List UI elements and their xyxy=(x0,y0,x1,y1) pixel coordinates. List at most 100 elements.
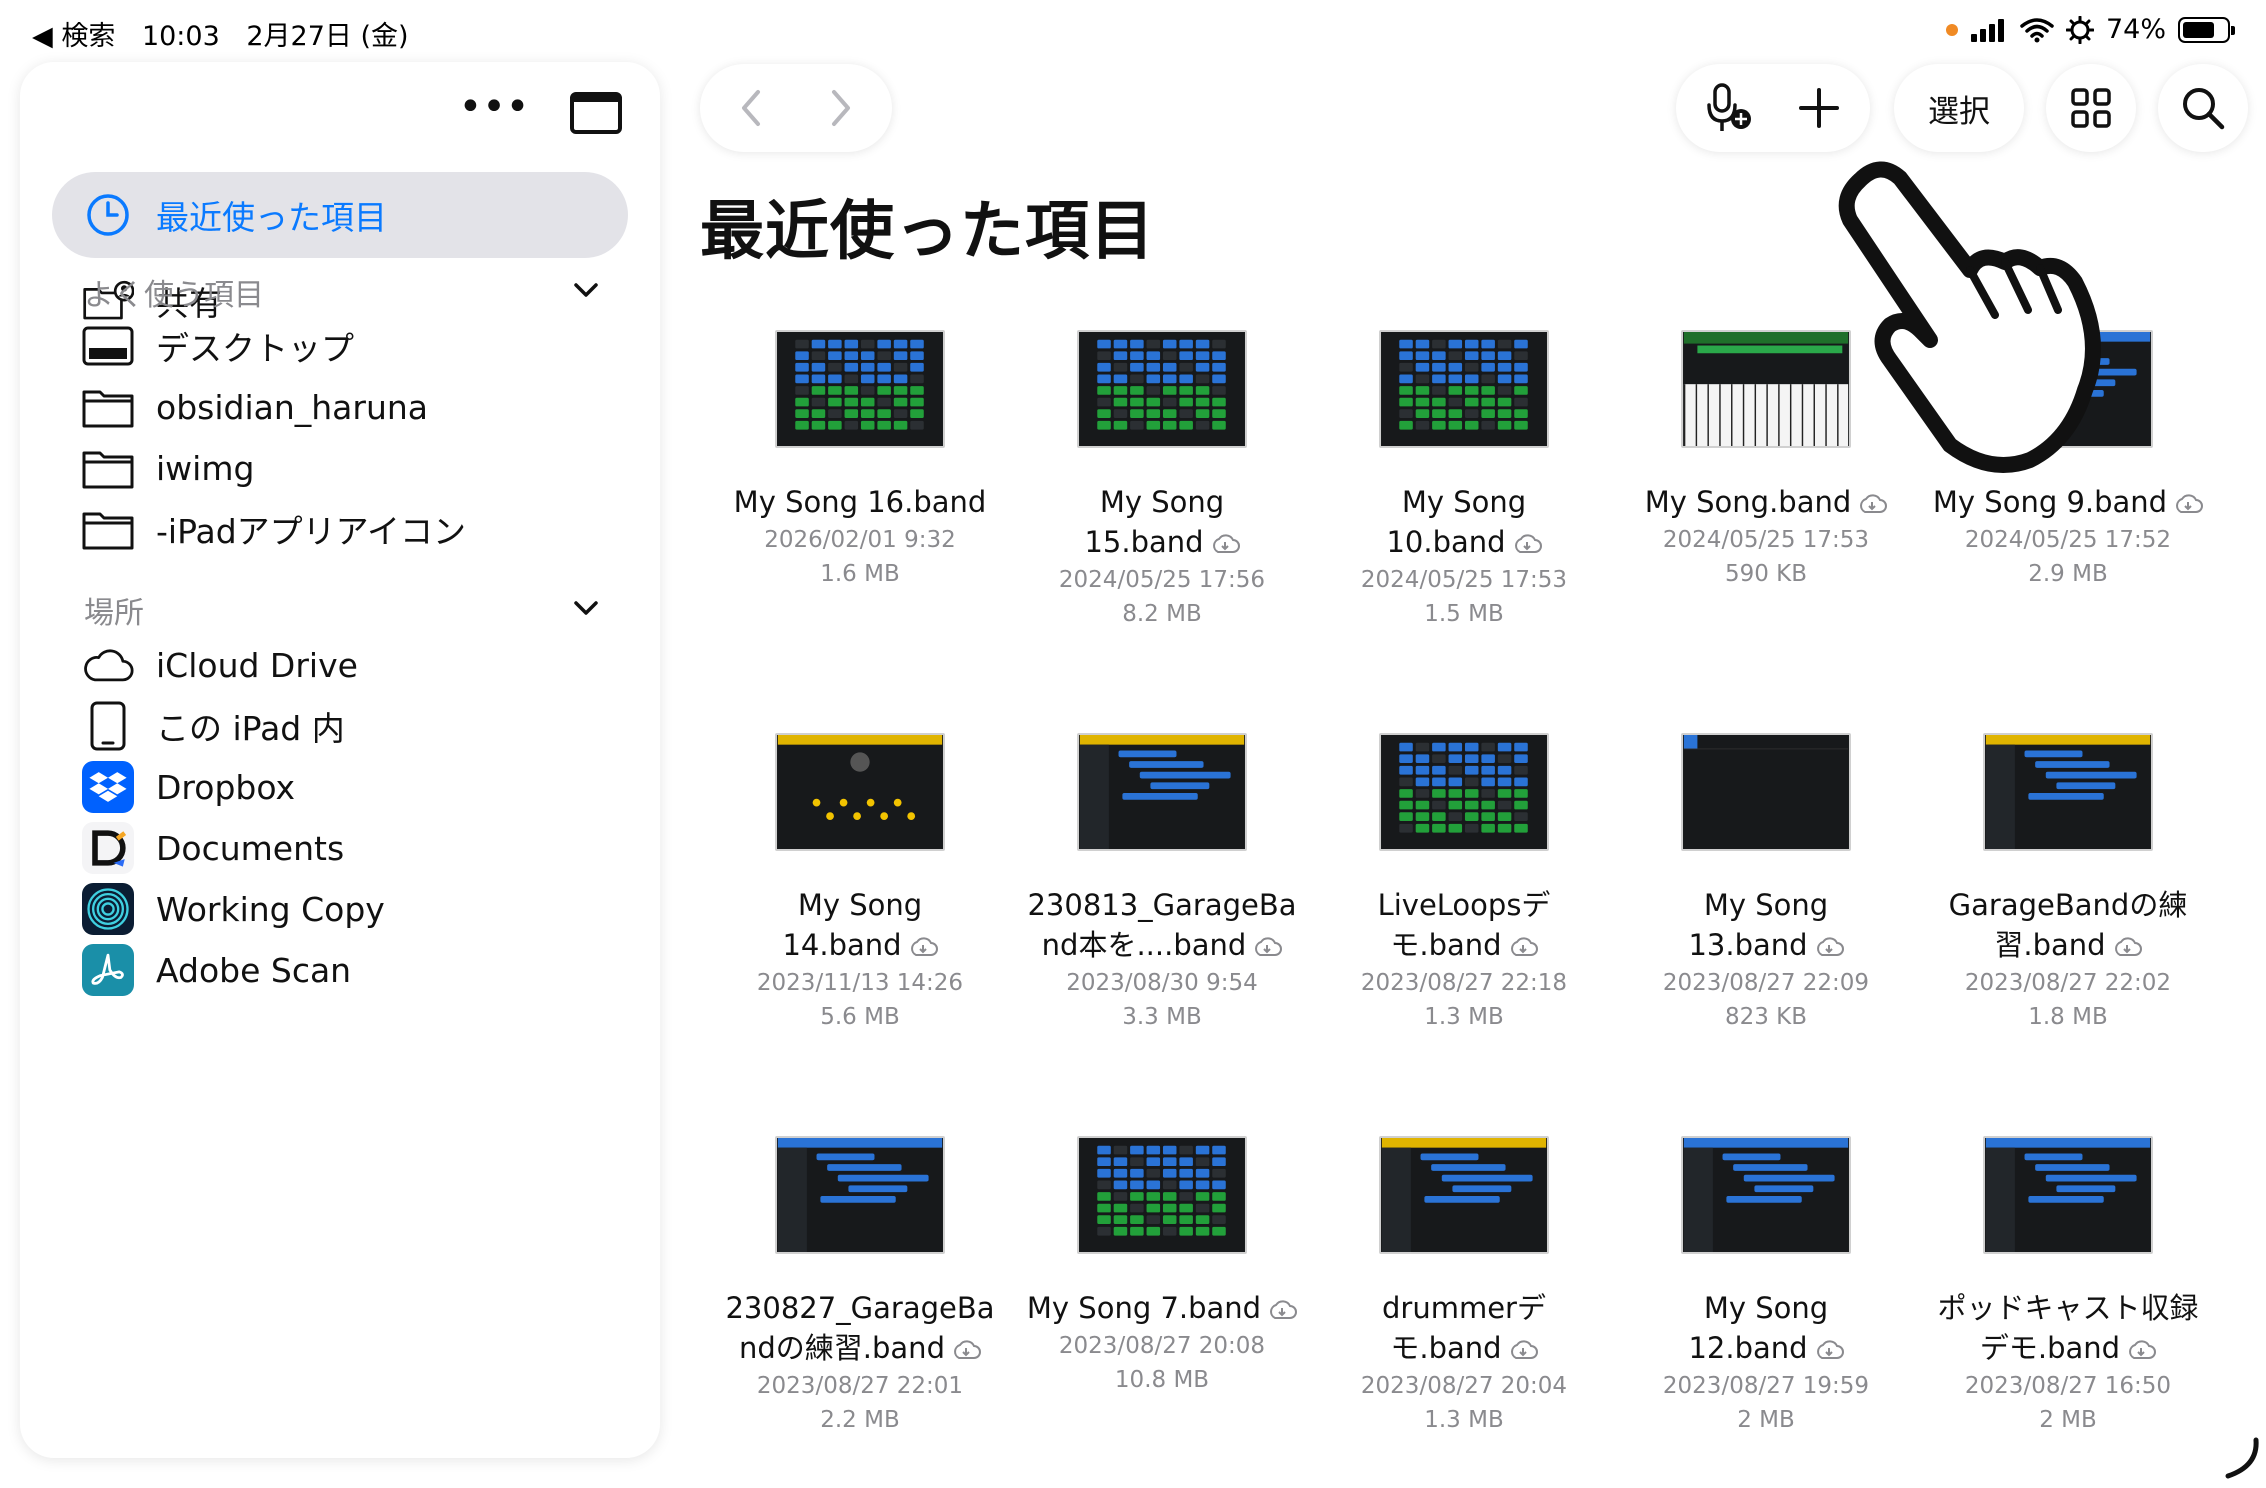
thumb-shape xyxy=(1514,777,1528,787)
file-name[interactable]: My Song 9.band xyxy=(1908,482,2228,522)
file-name[interactable]: My Song xyxy=(1304,482,1624,522)
thumb-shape xyxy=(1464,789,1479,798)
file-name[interactable]: drummerデ xyxy=(1304,1288,1624,1328)
thumb-shape xyxy=(1514,339,1528,349)
cloud-download-icon[interactable] xyxy=(1267,1298,1298,1320)
cloud-download-icon[interactable] xyxy=(2173,492,2204,514)
file-thumbnail[interactable] xyxy=(1379,1136,1549,1254)
thumb-shape xyxy=(1497,409,1512,418)
sidebar-toggle-button[interactable] xyxy=(570,92,622,134)
file-name[interactable]: 230813_GarageBa xyxy=(1002,885,1322,925)
file-name[interactable]: GarageBandの練 xyxy=(1908,885,2228,925)
cloud-download-icon[interactable] xyxy=(1512,532,1542,554)
file-name[interactable]: 10.band xyxy=(1304,522,1624,562)
file-name[interactable]: ndの練習.band xyxy=(700,1328,1020,1368)
plus-icon[interactable] xyxy=(1797,86,1841,130)
cloud-download-icon[interactable] xyxy=(1814,1338,1844,1360)
file-name[interactable]: 14.band xyxy=(700,925,1020,965)
file-name[interactable]: 230827_GarageBa xyxy=(700,1288,1020,1328)
thumb-shape xyxy=(1464,420,1479,430)
search-button[interactable] xyxy=(2158,64,2248,152)
cloud-outline xyxy=(2129,1340,2157,1359)
sidebar-item-adobe-scan[interactable]: Adobe Scan xyxy=(52,927,628,1013)
thumb-shape xyxy=(1514,754,1528,764)
cloud-download-icon[interactable] xyxy=(1508,1338,1538,1360)
file-name[interactable]: My Song 7.band xyxy=(1002,1288,1322,1328)
thumb-shape xyxy=(1179,1157,1193,1167)
thumb-shape xyxy=(1731,384,1733,446)
file-thumbnail[interactable] xyxy=(775,330,945,448)
thumb-shape xyxy=(2045,771,2137,779)
file-thumbnail[interactable] xyxy=(1077,330,1247,448)
file-thumbnail[interactable] xyxy=(1681,1136,1851,1254)
thumb-shape xyxy=(1179,1168,1193,1178)
file-thumbnail[interactable] xyxy=(1077,1136,1247,1254)
file-name[interactable]: My Song xyxy=(1606,885,1926,925)
file-thumbnail[interactable] xyxy=(1681,733,1851,851)
thumb-shape xyxy=(1130,397,1144,407)
download-arrow xyxy=(1518,1348,1527,1357)
sidebar-item-ipad-app-icons[interactable]: -iPadアプリアイコン xyxy=(52,486,628,572)
cloud-download-icon[interactable] xyxy=(2112,935,2142,957)
thumb-shape xyxy=(795,351,809,361)
thumb-shape xyxy=(1146,1145,1161,1155)
thumb-shape xyxy=(1113,397,1128,407)
cloud-download-icon[interactable] xyxy=(908,935,938,957)
thumb-shape xyxy=(811,362,826,372)
sidebar-item-label: Documents xyxy=(156,828,345,868)
file-name[interactable]: My Song 16.band xyxy=(700,482,1020,522)
file-name[interactable]: モ.band xyxy=(1304,925,1624,965)
chevron-down-icon[interactable] xyxy=(568,590,604,626)
thumb-shape xyxy=(1514,742,1528,752)
forward-chevron-icon[interactable] xyxy=(812,82,868,134)
file-name[interactable]: 13.band xyxy=(1606,925,1926,965)
thumb-shape xyxy=(1113,339,1128,349)
file-name[interactable]: 12.band xyxy=(1606,1328,1926,1368)
file-name[interactable]: My Song xyxy=(1606,1288,1926,1328)
file-thumbnail[interactable] xyxy=(1379,330,1549,448)
record-audio-icon[interactable] xyxy=(1705,81,1753,135)
cloud-download-icon[interactable] xyxy=(1857,492,1888,514)
cloud-download-icon[interactable] xyxy=(1210,532,1240,554)
thumb-shape xyxy=(1195,386,1210,395)
more-options-button[interactable]: ••• xyxy=(454,87,534,136)
cloud-download-icon[interactable] xyxy=(1252,935,1283,957)
thumb-shape xyxy=(1113,420,1128,430)
thumb-shape xyxy=(1415,800,1430,810)
file-name[interactable]: nd本を....band xyxy=(1002,925,1322,965)
thumb-shape xyxy=(860,362,875,372)
file-thumbnail[interactable] xyxy=(1077,733,1247,851)
file-thumbnail[interactable] xyxy=(1379,733,1549,851)
thumbnail-art xyxy=(777,735,943,849)
file-thumbnail[interactable] xyxy=(775,733,945,851)
thumb-shape xyxy=(877,386,891,395)
thumb-shape xyxy=(1399,362,1413,372)
file-name[interactable]: LiveLoopsデ xyxy=(1304,885,1624,925)
back-to-search-link[interactable]: ◀ 検索 xyxy=(32,21,115,52)
cloud-download-icon[interactable] xyxy=(951,1338,981,1360)
file-name[interactable]: My Song xyxy=(700,885,1020,925)
thumb-shape xyxy=(811,351,826,361)
thumb-shape xyxy=(1399,397,1413,407)
file-name[interactable]: デモ.band xyxy=(1908,1328,2228,1368)
file-thumbnail[interactable] xyxy=(775,1136,945,1254)
file-name[interactable]: モ.band xyxy=(1304,1328,1624,1368)
thumb-shape xyxy=(1195,374,1210,384)
file-name[interactable]: ポッドキャスト収録 xyxy=(1908,1288,2228,1328)
file-thumbnail[interactable] xyxy=(1983,1136,2153,1254)
back-chevron-icon[interactable] xyxy=(724,82,780,134)
cloud-download-icon[interactable] xyxy=(2126,1338,2157,1360)
cloud-outline xyxy=(2114,937,2142,956)
file-name[interactable]: My Song xyxy=(1002,482,1322,522)
cloud-download-icon[interactable] xyxy=(1814,935,1844,957)
wifi-icon xyxy=(2020,17,2054,42)
select-button[interactable]: 選択 xyxy=(1894,64,2024,152)
thumb-shape xyxy=(1113,1168,1128,1178)
file-name[interactable]: 習.band xyxy=(1908,925,2228,965)
file-name[interactable]: My Song.band xyxy=(1606,482,1926,522)
file-name[interactable]: 15.band xyxy=(1002,522,1322,562)
cloud-download-icon[interactable] xyxy=(1508,935,1538,957)
sidebar-item-recents[interactable]: 最近使った項目 xyxy=(52,172,628,258)
file-thumbnail[interactable] xyxy=(1983,733,2153,851)
view-options-button[interactable] xyxy=(2046,64,2136,152)
